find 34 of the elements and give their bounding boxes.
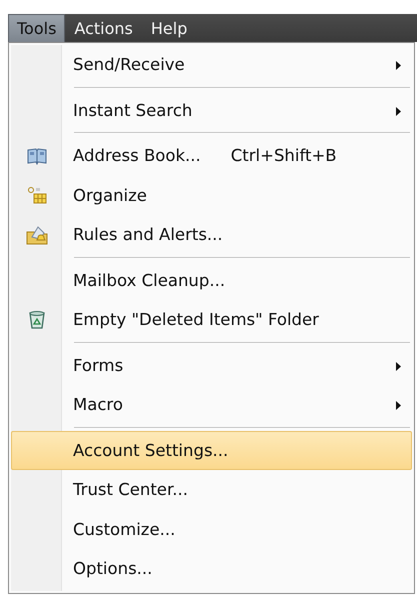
menu-item-label: Account Settings...	[73, 440, 228, 460]
menu-item[interactable]: Trust Center...	[11, 470, 412, 510]
menu-item-label: Options...	[73, 559, 152, 578]
menu-item[interactable]: Account Settings...	[11, 430, 412, 470]
menu-item[interactable]: Rules and Alerts...	[11, 215, 412, 254]
folder-icon	[26, 224, 48, 245]
menu-item[interactable]: Send/Receive	[11, 45, 412, 84]
menu-item-label: Forms	[73, 356, 124, 375]
menu-item-label: Mailbox Cleanup...	[73, 270, 226, 290]
menu-bar-item[interactable]: Actions	[65, 14, 142, 42]
menu-item[interactable]: Forms	[11, 346, 412, 385]
menu-item-label: Customize...	[73, 520, 176, 539]
grid-icon	[27, 186, 47, 204]
menu-item[interactable]: Mailbox Cleanup...	[11, 260, 412, 300]
menu-item-label: Empty "Deleted Items" Folder	[73, 310, 319, 330]
shortcut-label: Ctrl+Shift+B	[230, 146, 337, 166]
menu-item-label: Instant Search	[73, 100, 192, 120]
menu-item[interactable]: Options...	[11, 549, 412, 588]
menu-item[interactable]: Customize...	[11, 510, 412, 549]
menu-item[interactable]: Instant Search	[11, 90, 412, 130]
menu-item[interactable]: Macro	[11, 385, 412, 424]
menu-item-label: Trust Center...	[73, 480, 188, 500]
menu-item-label: Macro	[73, 395, 123, 414]
menu-bar-item[interactable]: Tools	[8, 14, 66, 42]
menu-item-label: Address Book...	[73, 146, 201, 166]
menu-item-label: Rules and Alerts...	[73, 225, 223, 244]
menu-item-label: Send/Receive	[73, 55, 185, 74]
menu-item[interactable]: Address Book... Ctrl+Shift+B	[11, 136, 412, 176]
book-icon	[27, 146, 47, 165]
trash-icon	[28, 310, 46, 330]
menu-item[interactable]: Empty "Deleted Items" Folder	[11, 300, 412, 340]
menu-item-label: Organize	[73, 186, 147, 205]
menu-bar-item[interactable]: Help	[142, 14, 196, 42]
menu-item[interactable]: Organize	[11, 176, 412, 215]
